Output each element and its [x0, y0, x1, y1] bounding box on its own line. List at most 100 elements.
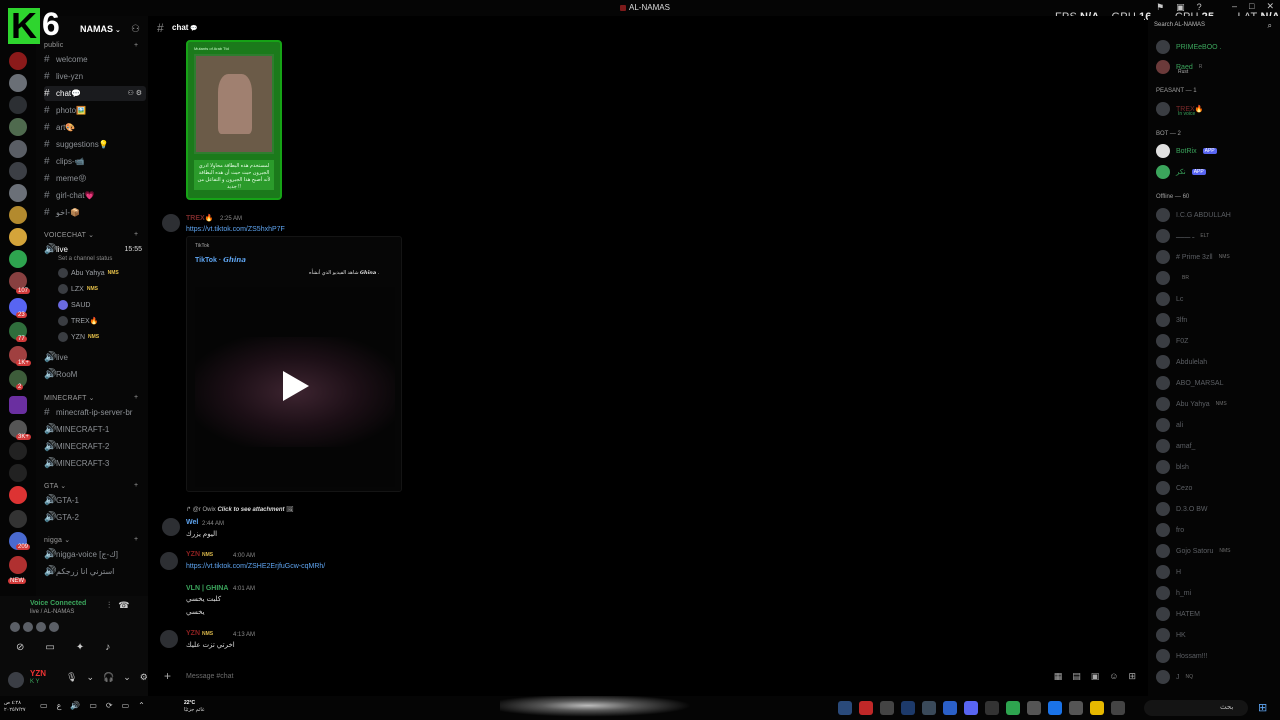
noise-suppression-icon[interactable]: ⫶: [108, 600, 110, 611]
server-icon[interactable]: [9, 228, 27, 246]
app-icon[interactable]: [859, 701, 873, 715]
activities-icon[interactable]: ✦: [76, 642, 84, 653]
member-item[interactable]: ـ ـــــــ ELT: [1156, 227, 1209, 245]
avatar[interactable]: [49, 622, 59, 632]
channel-settings-icon[interactable]: ⚇ ⚙: [128, 86, 143, 101]
message-link[interactable]: https://vt.tiktok.com/ZS5hxhP7F: [186, 226, 285, 233]
member-item[interactable]: # Prime 3zll NMS: [1156, 248, 1230, 266]
server-name-header[interactable]: NAMAS: [80, 24, 121, 34]
avatar[interactable]: [8, 672, 24, 688]
avatar[interactable]: [162, 214, 180, 232]
message-link[interactable]: https://vt.tiktok.com/ZSHE2ErjfuGcw-cqMR…: [186, 563, 325, 570]
channel-clips[interactable]: # clips-📹: [44, 154, 146, 169]
member-item[interactable]: Abdulelah: [1156, 353, 1207, 371]
edge-icon[interactable]: [943, 701, 957, 715]
member-item[interactable]: D.3.O BW: [1156, 500, 1208, 518]
voice-channel-1[interactable]: 🔊nigga-voice [ك-ج]: [44, 547, 146, 562]
server-icon[interactable]: [9, 510, 27, 528]
channel-girl-chat[interactable]: # girl-chat💗: [44, 188, 146, 203]
voice-status[interactable]: Voice Connected: [30, 600, 86, 607]
channel-meme[interactable]: # meme😝: [44, 171, 146, 186]
add-channel-icon[interactable]: +: [134, 231, 138, 238]
voice-user[interactable]: TREX🔥: [58, 314, 101, 328]
channel-chat[interactable]: # chat💬 ⚇ ⚙: [44, 86, 146, 101]
voice-user[interactable]: Abu Yahya NMS: [58, 266, 119, 280]
add-channel-icon[interactable]: +: [134, 482, 138, 489]
battery-icon[interactable]: ▭: [122, 701, 130, 710]
channel-photo[interactable]: # photo🖼️: [44, 103, 146, 118]
server-icon[interactable]: [9, 442, 27, 460]
server-icon[interactable]: [9, 140, 27, 158]
username[interactable]: YZN: [30, 669, 46, 678]
member-item[interactable]: Gojo Satoru NMS: [1156, 542, 1230, 560]
member-item[interactable]: h_mi: [1156, 584, 1191, 602]
voice-channel-minecraft-1[interactable]: 🔊MINECRAFT-1: [44, 422, 146, 437]
app-icon[interactable]: [901, 701, 915, 715]
add-attachment-button[interactable]: +: [164, 669, 171, 683]
channel-arabic[interactable]: # اخو-📦: [44, 205, 146, 220]
chevron-up-icon[interactable]: ⌃: [138, 701, 145, 710]
member-item[interactable]: PRIMEeBOO .: [1156, 38, 1222, 56]
member-item[interactable]: I.C.G ABDULLAH: [1156, 206, 1231, 224]
steam-icon[interactable]: [838, 701, 852, 715]
avatar[interactable]: [162, 518, 180, 536]
gear-icon[interactable]: ⚙: [140, 672, 148, 683]
microphone-icon[interactable]: 🎙: [66, 672, 77, 683]
chrome-icon[interactable]: [1048, 701, 1062, 715]
member-item[interactable]: Cezo: [1156, 479, 1192, 497]
member-item[interactable]: BR: [1156, 269, 1189, 287]
emoji-icon[interactable]: ☺: [1109, 671, 1118, 682]
member-item[interactable]: amaf_: [1156, 437, 1195, 455]
member-item[interactable]: HATEM: [1156, 605, 1200, 623]
voice-user[interactable]: YZN NMS: [58, 330, 99, 344]
channel-minecraft-ip[interactable]: # minecraft-ip-server-br: [44, 405, 146, 420]
chevron-down-icon[interactable]: ⌄: [123, 672, 131, 683]
message-author[interactable]: YZN NMS: [186, 630, 213, 637]
voice-channel-minecraft-2[interactable]: 🔊MINECRAFT-2: [44, 439, 146, 454]
update-icon[interactable]: ⟳: [106, 701, 113, 710]
server-icon[interactable]: [9, 206, 27, 224]
member-item[interactable]: BotRix APP: [1156, 142, 1217, 160]
voice-channel-live-2[interactable]: 🔊live: [44, 350, 146, 365]
chat-icon[interactable]: ▭: [40, 701, 48, 710]
voice-channel-2[interactable]: 🔊استرني انا زرجكم: [44, 564, 146, 579]
app-icon[interactable]: [1111, 701, 1125, 715]
member-item[interactable]: blsh: [1156, 458, 1189, 476]
weather-widget[interactable]: 22°C غائم جزئيًا: [184, 700, 205, 714]
server-icon[interactable]: [9, 250, 27, 268]
disconnect-icon[interactable]: ☎: [118, 600, 129, 611]
app-icon[interactable]: [985, 701, 999, 715]
volume-icon[interactable]: 🔊: [70, 701, 80, 710]
channel-suggestions[interactable]: # suggestions💡: [44, 137, 146, 152]
embed-title[interactable]: TikTok · 𝙂𝙝𝙞𝙣𝙖: [195, 256, 246, 264]
message-author[interactable]: Wel: [186, 519, 198, 526]
gif-icon[interactable]: ▤: [1072, 671, 1081, 682]
server-icon[interactable]: [9, 74, 27, 92]
server-icon[interactable]: [9, 96, 27, 114]
server-icon[interactable]: [9, 118, 27, 136]
file-explorer-icon[interactable]: [1090, 701, 1104, 715]
network-icon[interactable]: ▭: [89, 701, 97, 710]
voice-channel-live[interactable]: 🔊live 15:55: [44, 242, 146, 257]
category-minecraft[interactable]: MINECRAFT ⌄ +: [44, 394, 138, 402]
member-item[interactable]: Raed R Rust: [1156, 58, 1202, 76]
server-icon[interactable]: [9, 184, 27, 202]
screen-share-icon[interactable]: ▭: [45, 642, 54, 653]
avatar[interactable]: [23, 622, 33, 632]
channel-status[interactable]: Set a channel status: [58, 256, 112, 262]
message-author[interactable]: VLN | GHINA: [186, 585, 228, 592]
soundboard-icon[interactable]: ♪: [105, 642, 110, 653]
search-input[interactable]: Search AL-NAMAS: [1154, 21, 1274, 34]
add-member-icon[interactable]: ⚇: [131, 24, 140, 35]
add-channel-icon[interactable]: +: [134, 536, 138, 543]
member-item[interactable]: Lc: [1156, 290, 1183, 308]
system-clock[interactable]: ٤:٢٨ ص ٢٠٢٥/٧/٢٧: [4, 700, 26, 714]
server-icon[interactable]: [9, 162, 27, 180]
category-nigga[interactable]: nigga ⌄ +: [44, 536, 138, 544]
message-author[interactable]: YZN NMS: [186, 551, 213, 558]
member-item[interactable]: ABO_MARSAL: [1156, 374, 1223, 392]
server-icon[interactable]: [9, 486, 27, 504]
message-input[interactable]: Message #chat: [186, 673, 233, 680]
sticker-icon[interactable]: ▣: [1091, 671, 1100, 682]
xbox-icon[interactable]: [1006, 701, 1020, 715]
